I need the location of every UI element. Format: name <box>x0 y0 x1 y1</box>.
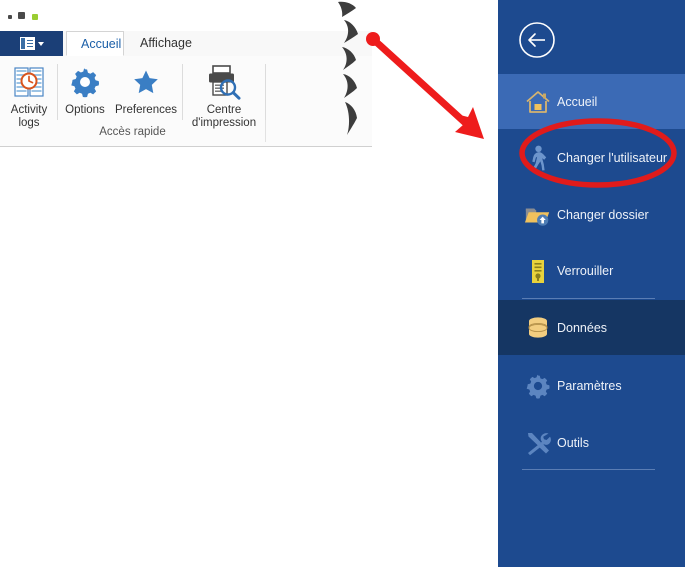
status-dot-dark-large <box>18 12 25 19</box>
ribbon-content: Activity logs Options Preferences Centre… <box>0 56 372 147</box>
menu-item-changer-utilisateur-label: Changer l'utilisateur <box>557 150 668 165</box>
menu-item-parametres-label: Paramètres <box>557 378 622 393</box>
preferences-button[interactable]: Preferences <box>112 60 180 117</box>
options-label: Options <box>65 104 105 116</box>
menu-item-accueil[interactable]: Accueil <box>498 74 685 129</box>
window-status-dots <box>8 10 68 24</box>
menu-item-accueil-label: Accueil <box>557 94 598 109</box>
lock-icon <box>524 257 552 285</box>
menu-item-verrouiller[interactable]: Verrouiller <box>498 243 685 298</box>
star-icon <box>129 60 163 104</box>
options-button[interactable]: Options <box>60 60 110 117</box>
walking-person-icon <box>524 144 552 172</box>
ribbon-divider-2 <box>182 64 183 120</box>
ribbon-divider-3 <box>265 64 266 120</box>
tools-icon <box>524 429 552 457</box>
tab-accueil[interactable]: Accueil <box>66 31 124 56</box>
database-icon <box>524 314 552 342</box>
menu-item-changer-utilisateur[interactable]: Changer l'utilisateur <box>498 130 685 185</box>
menu-item-outils[interactable]: Outils <box>498 415 685 470</box>
ribbon-divider-1 <box>57 64 58 120</box>
application-window: Accueil Affichage Activity logs Options … <box>0 0 372 567</box>
menu-item-outils-label: Outils <box>557 435 589 450</box>
activity-logs-button[interactable]: Activity logs <box>2 60 56 130</box>
activity-logs-icon <box>10 60 48 104</box>
activity-logs-label-line1: Activity <box>10 104 48 116</box>
red-pointer-arrow <box>366 32 484 139</box>
menu-item-parametres[interactable]: Paramètres <box>498 358 685 413</box>
print-center-label-line1: Centre <box>206 104 242 116</box>
home-icon <box>524 88 552 116</box>
status-dot-dark-small <box>8 15 12 19</box>
print-center-icon <box>204 60 244 104</box>
menu-item-donnees[interactable]: Données <box>498 300 685 355</box>
menu-item-verrouiller-label: Verrouiller <box>557 263 614 278</box>
menu-item-donnees-label: Données <box>557 320 608 335</box>
folder-upload-icon <box>524 201 552 229</box>
app-menu-button[interactable] <box>0 31 63 56</box>
menu-item-changer-dossier-label: Changer dossier <box>557 207 649 222</box>
chevron-down-icon <box>37 41 44 46</box>
menu-separator-bottom <box>522 469 655 470</box>
menu-separator-top <box>522 298 655 299</box>
preferences-label: Preferences <box>114 104 177 116</box>
backstage-menu-panel: Accueil Changer l'utilisateur Changer do… <box>498 0 685 567</box>
back-button[interactable] <box>518 21 556 59</box>
print-center-button[interactable]: Centre d'impression <box>186 60 262 130</box>
ribbon-group-label: Accès rapide <box>99 126 166 138</box>
gear-icon <box>68 60 102 104</box>
panel-layout-icon <box>19 37 35 50</box>
menu-item-changer-dossier[interactable]: Changer dossier <box>498 187 685 242</box>
ribbon-group-divider <box>265 120 266 142</box>
status-dot-green <box>32 14 38 20</box>
ribbon-tab-strip: Accueil Affichage <box>0 31 372 57</box>
tab-affichage[interactable]: Affichage <box>126 31 200 56</box>
gear-icon <box>524 372 552 400</box>
arrow-left-circle-icon <box>519 22 555 58</box>
